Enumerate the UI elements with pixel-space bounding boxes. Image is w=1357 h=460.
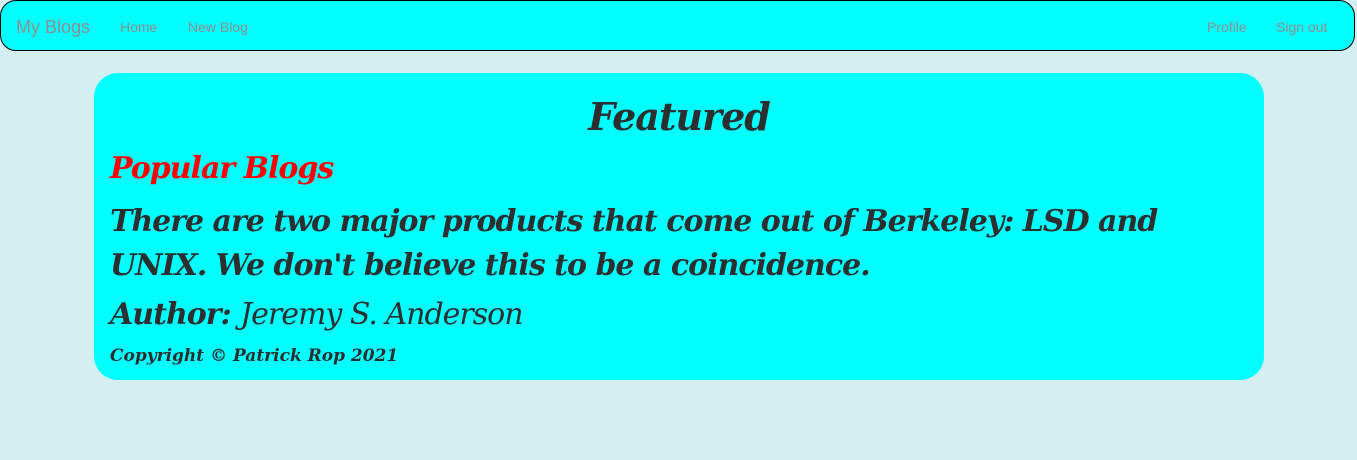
blog-quote: There are two major products that come o… bbox=[110, 204, 1158, 283]
nav-link-sign-out[interactable]: Sign out bbox=[1276, 19, 1327, 35]
copyright-text: Copyright © Patrick Rop 2021 bbox=[110, 346, 399, 366]
brand-link[interactable]: My Blogs bbox=[16, 17, 90, 37]
nav-link-new-blog[interactable]: New Blog bbox=[188, 19, 248, 35]
author-line: Author: Jeremy S. Anderson bbox=[110, 297, 524, 333]
nav-link-profile[interactable]: Profile bbox=[1207, 19, 1247, 35]
author-label: Author: bbox=[110, 297, 232, 332]
nav-link-home[interactable]: Home bbox=[120, 19, 157, 35]
author-name: Jeremy S. Anderson bbox=[240, 297, 523, 332]
featured-card: Featured Popular Blogs There are two maj… bbox=[94, 73, 1264, 380]
popular-blogs-heading: Popular Blogs bbox=[110, 151, 334, 186]
top-navbar: My Blogs Home New Blog Profile Sign out bbox=[0, 0, 1355, 51]
featured-heading: Featured bbox=[588, 94, 771, 139]
